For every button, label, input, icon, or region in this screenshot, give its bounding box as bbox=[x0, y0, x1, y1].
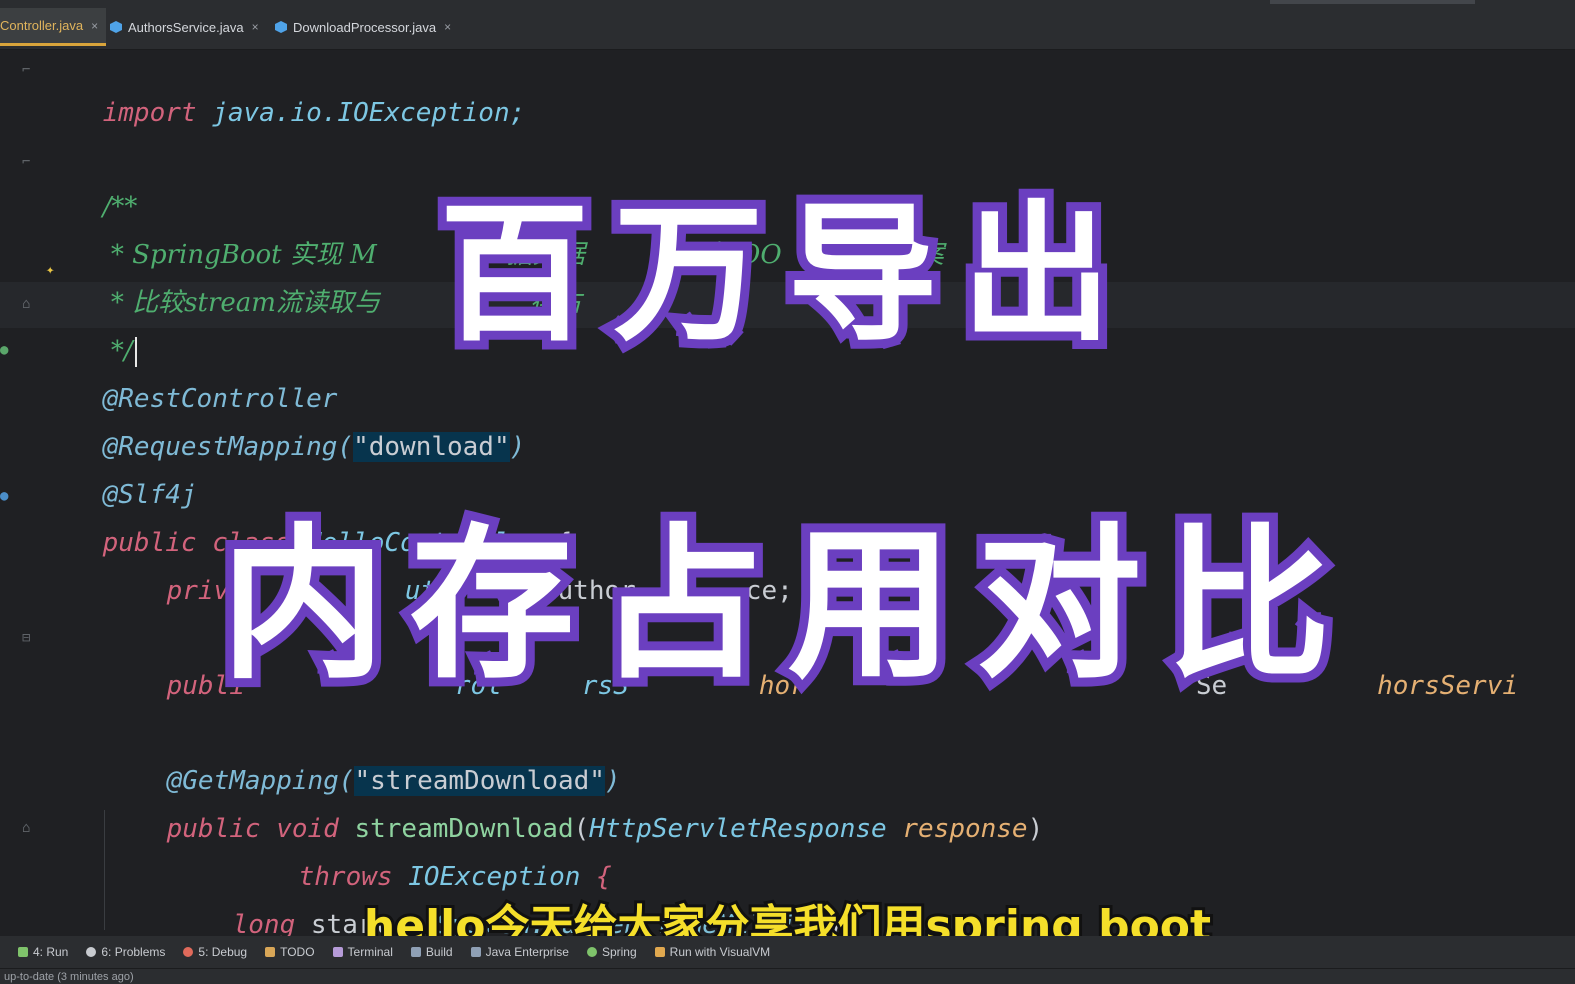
overlay-title-line1: 百万导出 bbox=[430, 179, 1136, 371]
tool-label: Java Enterprise bbox=[485, 945, 569, 959]
param-name: response bbox=[902, 814, 1028, 844]
code-line-import: import java.io.IOException; bbox=[40, 50, 526, 128]
code-line-method-decl: public void streamDownload(HttpServletRe… bbox=[166, 814, 1044, 844]
tool-todo[interactable]: TODO bbox=[265, 945, 315, 959]
build-icon bbox=[410, 947, 421, 957]
tab-controller[interactable]: Controller.java × bbox=[0, 8, 107, 46]
close-icon[interactable]: × bbox=[252, 20, 259, 34]
overlay-title-line2: 内存占用对比 bbox=[212, 500, 1355, 710]
fold-icon[interactable]: ⌂ bbox=[22, 820, 30, 836]
fold-icon[interactable]: ⌐ bbox=[22, 62, 30, 78]
code-line-get-mapping: @GetMapping("streamDownload") bbox=[104, 712, 621, 796]
tool-window-bar: 4: Run 6: Problems 5: Debug TODO Termina… bbox=[0, 936, 1575, 968]
code-line-slf4j: @Slf4j bbox=[40, 426, 197, 510]
tool-label: Build bbox=[425, 945, 453, 959]
tool-spring[interactable]: Spring bbox=[586, 945, 637, 959]
visualvm-icon bbox=[654, 947, 665, 957]
tool-label: Run with VisualVM bbox=[669, 945, 771, 959]
todo-icon bbox=[265, 947, 276, 957]
tool-problems[interactable]: 6: Problems bbox=[86, 945, 165, 959]
java-enterprise-icon bbox=[470, 947, 481, 957]
tool-debug[interactable]: 5: Debug bbox=[183, 945, 247, 959]
tab-download-processor[interactable]: DownloadProcessor.java × bbox=[275, 8, 451, 46]
editor-tab-bar: Controller.java × AuthorsService.java × … bbox=[0, 0, 1575, 50]
tab-label: DownloadProcessor.java bbox=[293, 19, 437, 35]
tool-terminal[interactable]: Terminal bbox=[332, 945, 393, 959]
tool-label: Spring bbox=[601, 945, 637, 959]
run-icon bbox=[18, 947, 28, 957]
keyword: import bbox=[102, 98, 197, 128]
tool-label: TODO bbox=[280, 945, 315, 959]
problems-icon bbox=[86, 947, 97, 957]
tab-label: Controller.java bbox=[0, 18, 84, 33]
code-line-throws: throws IOException { bbox=[236, 808, 612, 892]
import-path: java.io.IOException; bbox=[212, 98, 526, 128]
status-bar: up-to-date (3 minutes ago) bbox=[0, 968, 1575, 984]
debug-icon bbox=[183, 947, 194, 957]
java-class-icon bbox=[110, 21, 122, 33]
tool-visualvm[interactable]: Run with VisualVM bbox=[654, 945, 771, 959]
horizontal-scrollbar[interactable] bbox=[1270, 0, 1475, 4]
tab-authors-service[interactable]: AuthorsService.java × bbox=[110, 8, 259, 46]
status-text: up-to-date (3 minutes ago) bbox=[4, 971, 134, 983]
close-icon[interactable]: × bbox=[444, 20, 451, 34]
tool-label: 4: Run bbox=[33, 945, 69, 959]
code-line-doc-open: /** bbox=[40, 138, 138, 222]
type-name: HttpServletResponse bbox=[589, 814, 887, 844]
tool-run[interactable]: 4: Run bbox=[18, 945, 68, 959]
spring-icon bbox=[586, 947, 597, 957]
annotation: ) bbox=[509, 432, 526, 462]
fold-icon[interactable]: ⌐ bbox=[22, 154, 30, 170]
tool-label: Terminal bbox=[347, 945, 393, 959]
string-literal: "download" bbox=[353, 432, 510, 462]
terminal-icon bbox=[332, 947, 343, 957]
close-icon[interactable]: × bbox=[91, 19, 98, 33]
tab-label: AuthorsService.java bbox=[128, 19, 244, 35]
tool-build[interactable]: Build bbox=[410, 945, 453, 959]
tool-label: 6: Problems bbox=[101, 945, 166, 959]
tool-java-enterprise[interactable]: Java Enterprise bbox=[470, 945, 569, 959]
tool-label: 5: Debug bbox=[198, 945, 248, 959]
code-line-request-mapping: @RequestMapping("download") bbox=[40, 378, 525, 462]
java-class-icon bbox=[275, 21, 287, 33]
